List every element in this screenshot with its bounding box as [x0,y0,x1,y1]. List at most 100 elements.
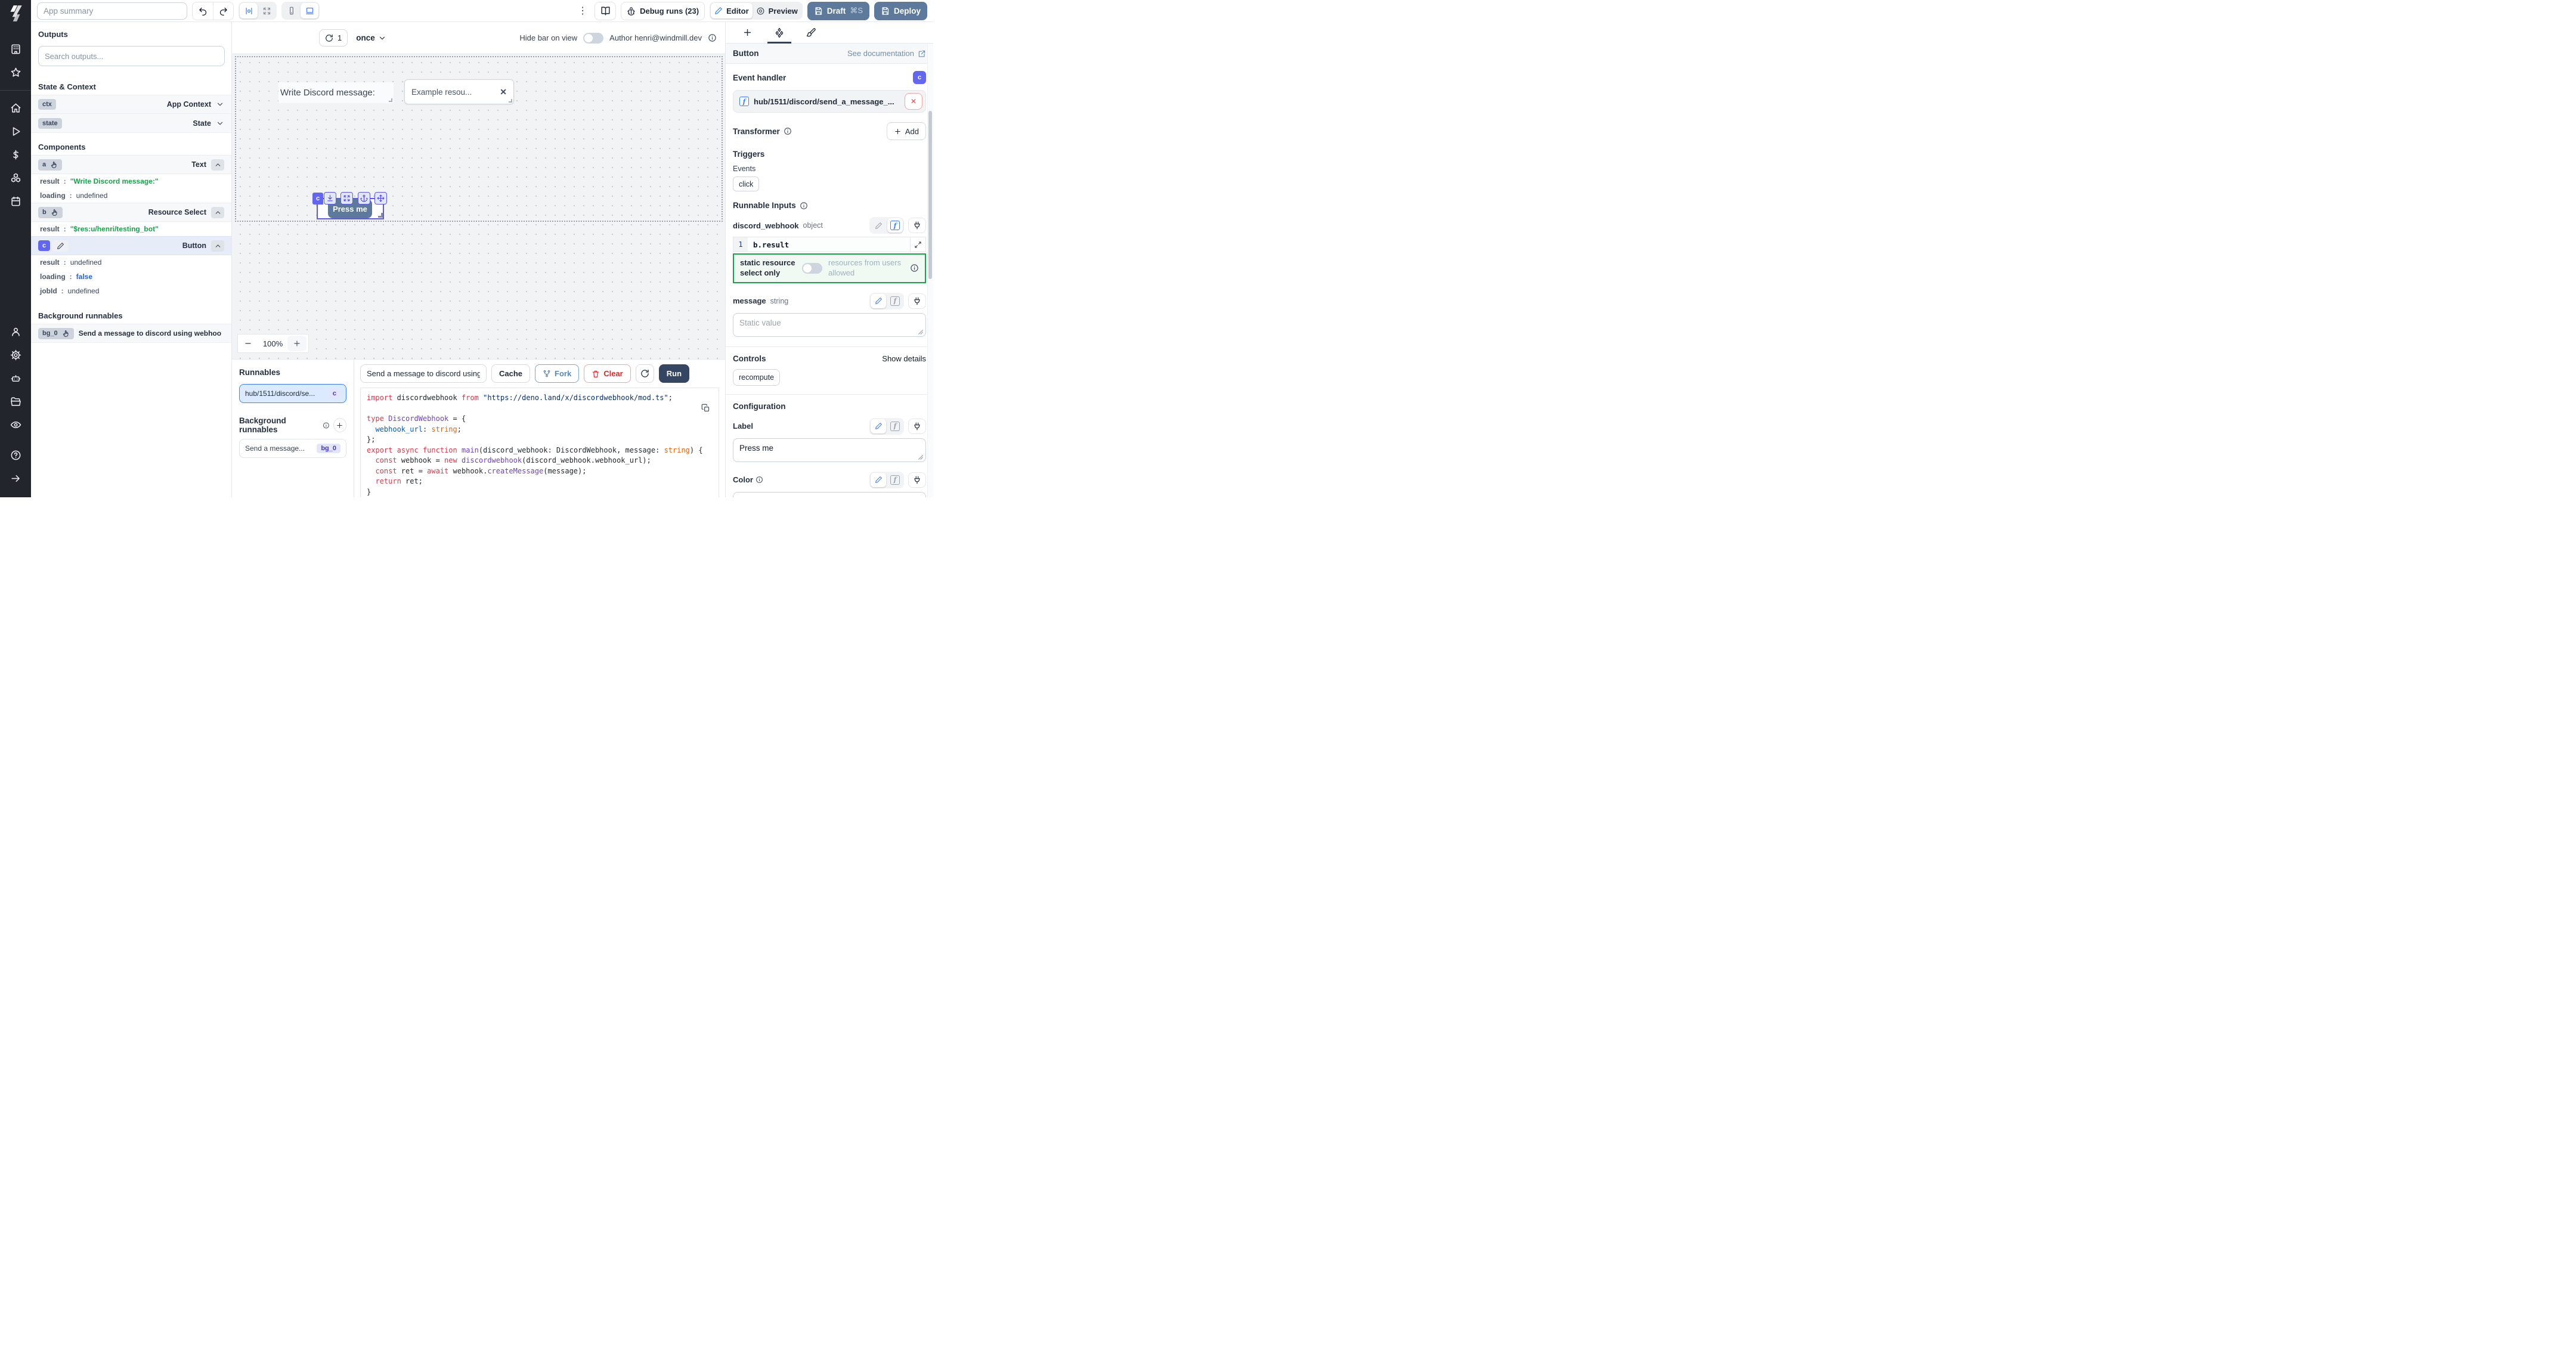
resources-cubes-icon[interactable] [10,172,21,184]
tab-preview[interactable]: Preview [753,3,801,18]
remove-runnable-button[interactable]: ✕ [905,93,922,110]
event-click-chip[interactable]: click [733,176,759,191]
message-static-input[interactable]: Static value [733,313,926,337]
settings-gear-icon[interactable] [10,349,21,361]
mobile-view-button[interactable] [283,3,301,18]
output-row-state[interactable]: state State [31,114,231,133]
tab-component-settings[interactable] [774,22,785,44]
see-documentation-link[interactable]: See documentation [847,49,926,58]
collapse-button[interactable] [211,159,224,171]
expression-editor[interactable]: 1 b.result [733,237,926,252]
run-button[interactable]: Run [659,364,689,383]
collapse-button[interactable] [211,240,224,252]
resize-corner-icon[interactable] [509,99,512,103]
tab-editor[interactable]: Editor [711,3,753,18]
static-mode-pencil-button[interactable] [871,218,886,233]
connect-plug-button[interactable] [908,419,926,434]
runs-play-icon[interactable] [10,126,21,137]
event-handler-runnable[interactable]: f hub/1511/discord/send_a_message_... ✕ [733,90,926,113]
recompute-chip[interactable]: recompute [733,369,780,386]
selected-component-id-tab[interactable]: c [312,193,323,205]
cache-button[interactable]: Cache [491,364,530,383]
copy-code-icon[interactable] [701,404,710,413]
add-background-runnable-button[interactable] [333,418,346,432]
zoom-out-button[interactable] [238,339,258,348]
app-summary-input[interactable] [37,2,187,20]
eval-mode-function-button[interactable]: f [887,294,903,308]
connect-plug-button[interactable] [908,472,926,488]
component-row-c-selected[interactable]: c Button [31,236,231,255]
background-runnable-item[interactable]: Send a message... bg_0 [239,439,346,458]
clear-button[interactable]: Clear [584,364,631,383]
collapse-button[interactable] [211,207,224,218]
static-mode-pencil-button[interactable] [871,419,886,433]
expand-sidebar-arrow-icon[interactable] [10,473,21,484]
textarea-resize-icon[interactable] [918,454,924,460]
redo-button[interactable] [213,2,233,20]
static-mode-pencil-button[interactable] [871,473,886,487]
variables-dollar-icon[interactable] [10,149,21,160]
folders-icon[interactable] [10,396,21,407]
more-menu-kebab-icon[interactable]: ⋮ [575,5,590,17]
component-row-a[interactable]: a Text [31,155,231,174]
refresh-code-button[interactable] [636,364,654,383]
draft-button[interactable]: Draft ⌘S [807,2,869,20]
text-component-a[interactable]: Write Discord message: [278,82,394,103]
output-row-ctx[interactable]: ctx App Context [31,95,231,114]
center-layout-button[interactable] [240,3,258,18]
zoom-in-button[interactable] [287,336,306,351]
resource-mode-toggle[interactable] [802,263,822,274]
eval-mode-function-button[interactable]: f [887,419,903,433]
audit-eye-icon[interactable] [10,419,21,431]
add-transformer-button[interactable]: Add [887,122,926,140]
anchor-component-button[interactable] [358,192,370,205]
expand-component-button[interactable] [340,192,353,205]
move-component-button[interactable] [374,192,387,205]
workers-robot-icon[interactable] [10,373,21,384]
help-icon[interactable] [10,450,21,461]
app-canvas[interactable]: Write Discord message: Example resou... … [232,54,725,359]
favorites-star-icon[interactable] [10,67,21,78]
refresh-count-button[interactable]: 1 [319,29,348,47]
connect-plug-button[interactable] [908,293,926,309]
schedules-calendar-icon[interactable] [10,196,21,207]
full-width-layout-button[interactable] [258,3,275,18]
resize-corner-icon[interactable] [389,98,392,102]
deploy-button[interactable]: Deploy [874,2,927,20]
code-editor[interactable]: import discordwebhook from "https://deno… [360,388,719,497]
undo-button[interactable] [193,2,213,20]
chevron-down-icon[interactable] [216,119,224,128]
tab-insert-component[interactable] [742,22,753,44]
workspace-icon[interactable] [10,44,21,55]
users-icon[interactable] [10,326,21,337]
textarea-resize-icon[interactable] [918,329,924,335]
resource-select-component-b[interactable]: Example resou... ✕ [404,79,514,104]
fill-height-button[interactable] [324,192,336,205]
frequency-dropdown[interactable]: once [356,33,386,42]
hide-bar-toggle[interactable] [583,33,603,44]
runnable-item-selected[interactable]: hub/1511/discord/se... c [239,384,346,403]
scrollbar-thumb[interactable] [928,111,932,279]
clear-select-x-icon[interactable]: ✕ [500,87,507,97]
connect-plug-button[interactable] [908,218,926,233]
background-runnable-row[interactable]: bg_0 Send a message to discord using web… [31,324,231,343]
fork-button[interactable]: Fork [535,364,579,383]
desktop-view-button[interactable] [301,3,318,18]
label-value-input[interactable]: Press me [733,438,926,462]
expression-value[interactable]: b.result [748,237,910,252]
eval-mode-function-button[interactable]: f [887,473,903,487]
edit-pencil-icon[interactable] [52,240,69,252]
windmill-logo-icon[interactable] [8,5,23,26]
expand-expression-button[interactable] [910,237,925,252]
eval-mode-function-button[interactable]: f [887,218,903,233]
tab-styling[interactable] [806,22,816,44]
home-icon[interactable] [10,103,21,114]
resize-handle[interactable] [378,213,383,218]
color-value-input[interactable] [733,492,926,497]
show-details-link[interactable]: Show details [882,354,926,363]
runnable-name-input[interactable] [360,364,487,383]
chevron-down-icon[interactable] [216,100,224,109]
docs-book-button[interactable] [595,2,616,20]
search-outputs-input[interactable] [38,46,225,66]
component-row-b[interactable]: b Resource Select [31,203,231,222]
